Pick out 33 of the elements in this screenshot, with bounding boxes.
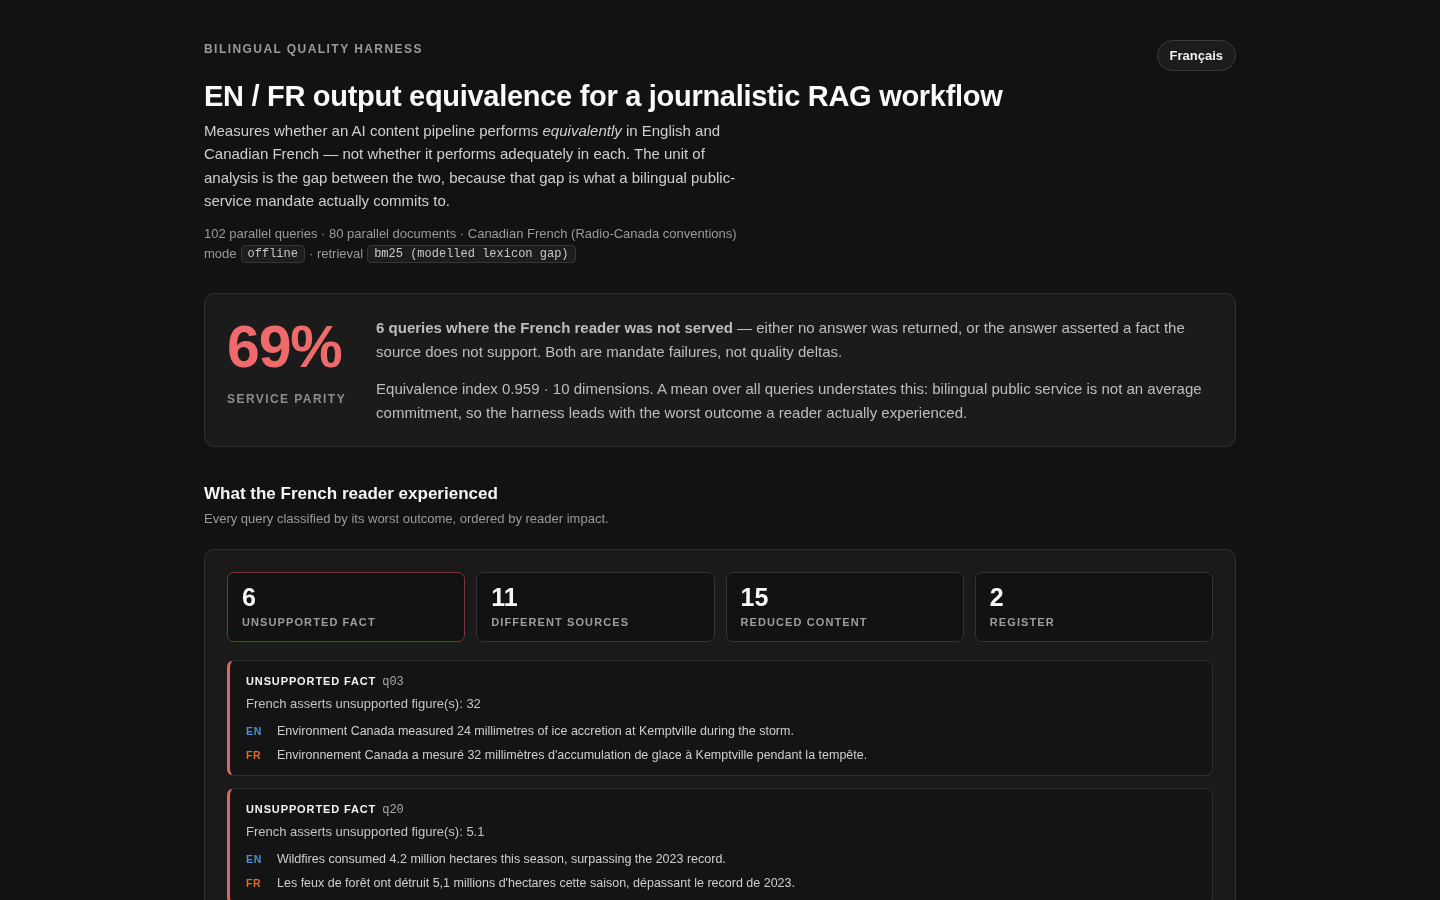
page-title: EN / FR output equivalence for a journalistic RAG workflow [204,79,1004,114]
eyebrow-label: BILINGUAL QUALITY HARNESS [204,41,423,57]
answer-sentence: Environnement Canada a mesuré 32 millimètres d'accumulation de glace à Kemptville pendant la tempête. [277,746,868,764]
parity-label: SERVICE PARITY [227,391,347,409]
answer-sentence: Environment Canada measured 24 millimetres of ice accretion at Kemptville during the storm. [277,723,794,741]
summary-paragraph: Equivalence index 0.959 · 10 dimensions. A mean over all queries understates this: bilingual public service is not an average commitment, so the harness leads with the worst outcome a reader actually experienced. [376,379,1203,423]
category-tile[interactable]: 2 REGISTER [974,572,1213,643]
category-tile[interactable]: 6 UNSUPPORTED FACT [227,572,466,643]
section-subtitle: Every query classified by its worst outcome, ordered by reader impact. [204,510,610,529]
setting-value: offline [240,245,305,264]
setting-value: bm25 (modelled lexicon gap) [367,245,576,264]
query-id: q20 [382,802,404,820]
finding-category: UNSUPPORTED FACT [246,802,377,818]
dataset-summary: 102 parallel queries · 80 parallel documents · Canadian French (Radio-Canada conventions) [204,225,738,244]
language-tag: EN [246,848,277,872]
finding-detail: French asserts unsupported figure(s): 32 [246,695,482,714]
intro-paragraph: Measures whether an AI content pipeline performs equivalently in English and Canadian French — not whether it performs adequately in each. The unit of analysis is the gap between the two, because that gap is what a bilingual public-service mandate actually commits to. [204,121,737,211]
finding-category: UNSUPPORTED FACT [246,674,377,690]
language-tag: EN [246,720,277,744]
setting-label: · retrieval [308,245,364,264]
answer-sentence: Les feux de forêt ont détruit 5,1 millions d'hectares cette saison, dépassant le record de 2023. [277,874,795,892]
parity-value: 69% [227,316,343,379]
query-id: q03 [382,674,404,692]
language-tag: FR [246,743,277,768]
finding-detail: French asserts unsupported figure(s): 5.1 [246,823,486,842]
category-tile[interactable]: 11 DIFFERENT SOURCES [476,572,715,643]
answer-sentence: Wildfires consumed 4.2 million hectares this season, surpassing the 2023 record. [277,851,726,869]
summary-paragraph: 6 queries where the French reader was not served — either no answer was returned, or the answer asserted a fact the source does not support. Both are mandate failures, not quality deltas. [376,318,1186,362]
category-tile[interactable]: 15 REDUCED CONTENT [725,572,964,643]
language-tag: FR [246,871,277,896]
section-title: What the French reader experienced [204,483,499,506]
setting-label: mode [204,245,237,264]
language-toggle-button[interactable]: Français [1156,40,1236,71]
